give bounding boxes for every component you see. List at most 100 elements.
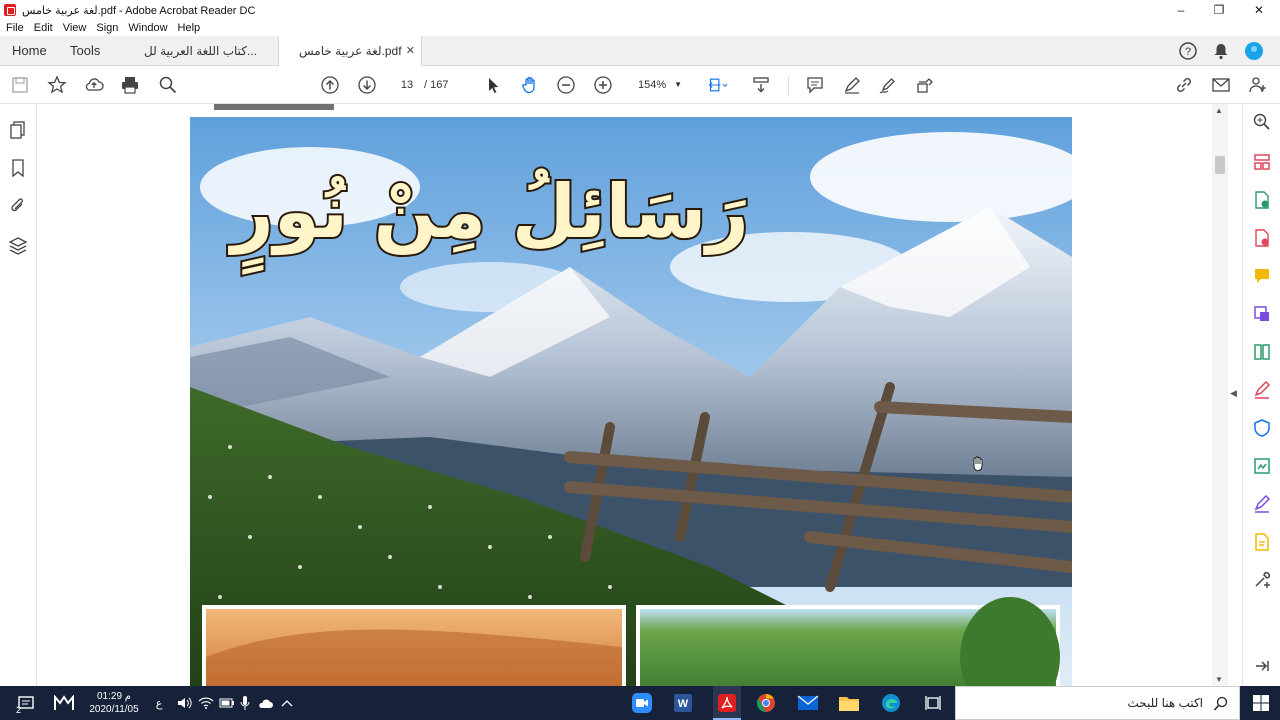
acrobat-icon	[4, 4, 16, 16]
page-total: / 167	[424, 79, 449, 91]
highlight-pen-icon[interactable]	[840, 74, 864, 96]
svg-text:?: ?	[1185, 46, 1191, 58]
restore-button[interactable]: ❐	[1200, 0, 1238, 20]
wifi-icon[interactable]	[195, 691, 217, 715]
clock-date: 2020/11/05	[89, 704, 139, 715]
menu-file[interactable]: File	[6, 22, 24, 34]
scrollbar-thumb[interactable]	[1215, 156, 1225, 174]
protect-shield-icon[interactable]	[1252, 418, 1272, 438]
comment-tool-icon[interactable]	[1252, 266, 1272, 286]
doc-tab-2[interactable]: لغة عربية خامس.pdf ✕	[278, 36, 422, 67]
page-thumbnails-icon[interactable]	[8, 120, 28, 140]
bell-icon[interactable]	[1212, 42, 1230, 60]
page-number-input[interactable]: 13	[394, 76, 420, 94]
edge-app-icon[interactable]	[879, 691, 903, 715]
document-view[interactable]: رَسَائِلُ مِنْ نُورٍ	[38, 104, 1212, 686]
volume-icon[interactable]	[173, 691, 195, 715]
menu-sign[interactable]: Sign	[96, 22, 118, 34]
mail-app-icon[interactable]	[796, 691, 820, 715]
star-icon[interactable]	[45, 74, 69, 96]
windows-start-icon[interactable]	[1246, 691, 1276, 715]
create-pdf-icon[interactable]	[1252, 228, 1272, 248]
minimize-button[interactable]: –	[1162, 0, 1200, 20]
scroll-mode-icon[interactable]	[749, 74, 773, 96]
save-icon[interactable]	[8, 74, 32, 96]
notification-count: 2	[16, 705, 22, 715]
scroll-up-icon[interactable]: ▲	[1215, 106, 1223, 115]
close-window-button[interactable]: ✕	[1240, 0, 1278, 20]
menu-help[interactable]: Help	[178, 22, 201, 34]
scroll-down-icon[interactable]: ▼	[1215, 675, 1223, 684]
zoom-out-icon[interactable]	[554, 74, 578, 96]
word-app-icon[interactable]: W	[671, 691, 695, 715]
combine-files-icon[interactable]	[1252, 342, 1272, 362]
draw-icon[interactable]	[876, 74, 900, 96]
zoom-value: 154%	[638, 79, 667, 91]
microphone-icon[interactable]	[234, 691, 256, 715]
attachment-icon[interactable]	[8, 196, 28, 216]
vertical-scrollbar[interactable]: ▲ ▼	[1212, 104, 1228, 686]
request-signature-icon[interactable]	[1252, 494, 1272, 514]
help-icon[interactable]: ?	[1178, 41, 1198, 61]
clock[interactable]: 01:29 م 2020/11/05	[86, 690, 142, 716]
previous-page-icon[interactable]	[318, 74, 342, 96]
print-icon[interactable]	[118, 74, 142, 96]
mi-app-icon[interactable]	[52, 691, 76, 715]
menu-view[interactable]: View	[63, 22, 87, 34]
left-navigation-pane	[0, 104, 37, 686]
link-icon[interactable]	[1172, 74, 1196, 96]
acrobat-app-icon[interactable]	[713, 686, 741, 720]
export-pdf-icon[interactable]	[1252, 190, 1272, 210]
search-icon[interactable]	[156, 74, 180, 96]
doc-tab-1[interactable]: كتاب اللغة العربية لل...	[134, 36, 268, 66]
pdf-page: رَسَائِلُ مِنْ نُورٍ	[190, 117, 1072, 686]
file-explorer-icon[interactable]	[837, 691, 861, 715]
chevron-down-icon: ▼	[674, 80, 682, 89]
edit-pdf-icon[interactable]	[1252, 304, 1272, 324]
more-tools-icon[interactable]	[1252, 570, 1272, 590]
zoom-app-icon[interactable]	[630, 691, 654, 715]
user-avatar-icon[interactable]	[1244, 41, 1264, 61]
tab-home[interactable]: Home	[12, 36, 47, 66]
title-bar: لغة عربية خامس.pdf - Adobe Acrobat Reade…	[0, 0, 1280, 20]
menu-window[interactable]: Window	[128, 22, 167, 34]
right-tools-pane	[1242, 104, 1280, 686]
notifications-icon[interactable]: 2	[14, 691, 38, 715]
prepare-form-icon[interactable]	[1252, 532, 1272, 552]
layers-icon[interactable]	[8, 236, 28, 256]
zoom-dropdown[interactable]: 154% ▼	[630, 76, 686, 94]
hand-tool-icon[interactable]	[518, 74, 542, 96]
hand-cursor-icon	[973, 456, 983, 471]
bookmark-icon[interactable]	[8, 158, 28, 178]
zoom-in-icon[interactable]	[591, 74, 615, 96]
search-icon	[1213, 696, 1228, 711]
fill-sign-icon[interactable]	[1252, 380, 1272, 400]
close-tab-icon[interactable]: ✕	[406, 36, 415, 66]
input-language[interactable]: ع	[149, 691, 169, 715]
chevron-up-icon[interactable]	[276, 691, 298, 715]
tab-tools[interactable]: Tools	[70, 36, 100, 66]
task-view-icon[interactable]	[921, 691, 945, 715]
collapse-tools-pane-icon[interactable]	[1252, 656, 1272, 676]
previous-page-text-fragment	[214, 104, 334, 110]
window-title: لغة عربية خامس.pdf - Adobe Acrobat Reade…	[22, 4, 256, 17]
next-page-icon[interactable]	[355, 74, 379, 96]
comment-icon[interactable]	[803, 74, 827, 96]
scan-enhance-icon[interactable]	[1252, 456, 1272, 476]
svg-text:W: W	[678, 698, 689, 710]
doc-tab-label: كتاب اللغة العربية لل...	[144, 44, 258, 58]
menu-edit[interactable]: Edit	[34, 22, 53, 34]
share-edit-icon[interactable]	[913, 74, 937, 96]
zoom-tool-icon[interactable]	[1252, 112, 1272, 132]
chrome-app-icon[interactable]	[754, 691, 778, 715]
taskbar-search-box[interactable]: اكتب هنا للبحث	[955, 686, 1240, 720]
collapse-right-pane-icon[interactable]: ◀	[1230, 388, 1237, 399]
email-icon[interactable]	[1209, 74, 1233, 96]
add-user-icon[interactable]	[1246, 74, 1270, 96]
onedrive-cloud-icon[interactable]	[254, 691, 276, 715]
organize-pages-icon[interactable]	[1252, 152, 1272, 172]
select-cursor-icon[interactable]	[481, 74, 505, 96]
fit-page-icon[interactable]	[704, 74, 732, 96]
upload-cloud-icon[interactable]	[82, 74, 106, 96]
landscape-illustration: رَسَائِلُ مِنْ نُورٍ	[190, 117, 1072, 686]
